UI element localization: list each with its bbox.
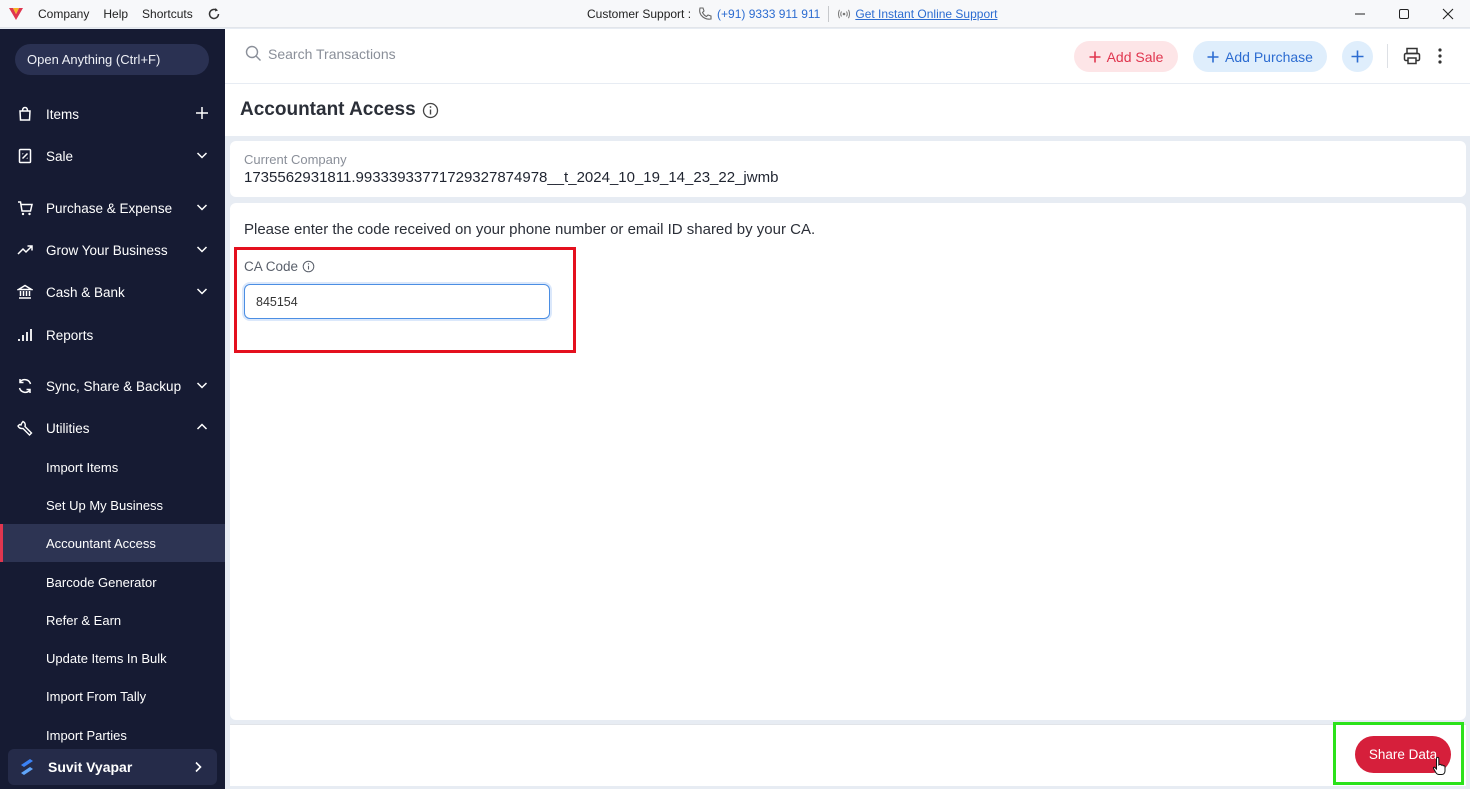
suvit-label: Suvit Vyapar bbox=[48, 759, 133, 775]
sidebar-subitem-update-items-bulk[interactable]: Update Items In Bulk bbox=[0, 639, 225, 677]
printer-icon[interactable] bbox=[1402, 46, 1422, 66]
highlight-box-red bbox=[234, 247, 576, 353]
instant-support-link[interactable]: Get Instant Online Support bbox=[855, 7, 997, 21]
refresh-icon[interactable] bbox=[207, 7, 221, 21]
bank-icon bbox=[16, 283, 34, 301]
page-title: Accountant Access bbox=[240, 99, 416, 120]
minimize-button[interactable] bbox=[1338, 0, 1382, 28]
info-icon[interactable] bbox=[422, 102, 439, 119]
sync-icon bbox=[16, 377, 34, 395]
more-options-icon[interactable] bbox=[1437, 46, 1443, 66]
open-anything-button[interactable]: Open Anything (Ctrl+F) bbox=[15, 44, 209, 75]
chevron-up-icon bbox=[196, 423, 208, 430]
current-company-card: Current Company 1735562931811.9933393377… bbox=[230, 141, 1466, 197]
hand-cursor-icon bbox=[1432, 756, 1446, 775]
broadcast-icon bbox=[838, 9, 851, 19]
chevron-down-icon bbox=[196, 246, 208, 253]
chevron-down-icon bbox=[196, 288, 208, 295]
add-sale-button[interactable]: Add Sale bbox=[1074, 41, 1178, 72]
instruction-text: Please enter the code received on your p… bbox=[244, 221, 816, 238]
cart-icon bbox=[16, 199, 34, 217]
sidebar-item-cash-bank[interactable]: Cash & Bank bbox=[0, 274, 225, 310]
sidebar-item-reports[interactable]: Reports bbox=[0, 317, 225, 353]
sidebar-item-sync-share[interactable]: Sync, Share & Backup bbox=[0, 368, 225, 404]
chevron-down-icon bbox=[196, 152, 208, 159]
chevron-right-icon bbox=[195, 761, 202, 773]
sidebar-subitem-import-tally[interactable]: Import From Tally bbox=[0, 677, 225, 715]
divider bbox=[828, 6, 830, 22]
sidebar-item-items[interactable]: Items bbox=[0, 96, 225, 132]
sidebar: Open Anything (Ctrl+F) Items Sale Purcha… bbox=[0, 29, 225, 789]
search-placeholder: Search Transactions bbox=[268, 45, 396, 62]
current-company-label: Current Company bbox=[244, 152, 347, 167]
chevron-down-icon bbox=[196, 204, 208, 211]
current-company-value: 1735562931811.9933393377172932787497​8__… bbox=[244, 169, 779, 186]
support-phone[interactable]: (+91) 9333 911 911 bbox=[717, 7, 820, 21]
suvit-logo-icon bbox=[21, 759, 33, 775]
add-purchase-label: Add Purchase bbox=[1225, 48, 1313, 65]
sidebar-item-label: Items bbox=[46, 106, 80, 122]
plus-icon bbox=[1207, 51, 1219, 62]
trending-up-icon bbox=[16, 241, 34, 259]
sidebar-item-label: Cash & Bank bbox=[46, 284, 125, 300]
receipt-icon bbox=[16, 147, 34, 165]
sidebar-item-label: Reports bbox=[46, 327, 94, 343]
sidebar-item-grow-business[interactable]: Grow Your Business bbox=[0, 232, 225, 268]
plus-icon[interactable] bbox=[195, 106, 209, 120]
bar-chart-icon bbox=[16, 326, 34, 344]
close-icon bbox=[1442, 8, 1454, 20]
sidebar-item-label: Sale bbox=[46, 148, 74, 164]
top-action-bar: Search Transactions Add Sale Add Purchas… bbox=[225, 29, 1470, 83]
wrench-icon bbox=[16, 419, 34, 437]
sidebar-subitem-import-items[interactable]: Import Items bbox=[0, 448, 225, 486]
sidebar-item-label: Purchase & Expense bbox=[46, 200, 173, 216]
sidebar-subitem-refer-earn[interactable]: Refer & Earn bbox=[0, 601, 225, 639]
plus-icon bbox=[1351, 50, 1364, 63]
sidebar-subitem-barcode-generator[interactable]: Barcode Generator bbox=[0, 563, 225, 601]
vyapar-logo-icon bbox=[9, 7, 23, 20]
window-controls bbox=[1338, 0, 1470, 28]
shopping-bag-icon bbox=[16, 105, 34, 123]
close-button[interactable] bbox=[1426, 0, 1470, 28]
chevron-down-icon bbox=[196, 382, 208, 389]
menu-company[interactable]: Company bbox=[38, 7, 89, 21]
divider bbox=[1387, 44, 1388, 68]
phone-icon bbox=[699, 7, 712, 20]
support-label: Customer Support : bbox=[587, 7, 692, 21]
sidebar-item-label: Utilities bbox=[46, 420, 90, 436]
plus-icon bbox=[1089, 51, 1101, 62]
search-transactions[interactable]: Search Transactions bbox=[245, 45, 396, 62]
sidebar-item-utilities[interactable]: Utilities bbox=[0, 410, 225, 446]
sidebar-subitem-setup-business[interactable]: Set Up My Business bbox=[0, 486, 225, 524]
footer-bar bbox=[230, 724, 1466, 786]
maximize-button[interactable] bbox=[1382, 0, 1426, 28]
sidebar-item-label: Grow Your Business bbox=[46, 242, 168, 258]
sidebar-item-sale[interactable]: Sale bbox=[0, 138, 225, 174]
sidebar-item-label: Sync, Share & Backup bbox=[46, 378, 182, 394]
sidebar-item-purchase[interactable]: Purchase & Expense bbox=[0, 190, 225, 226]
maximize-icon bbox=[1399, 9, 1409, 19]
add-purchase-button[interactable]: Add Purchase bbox=[1193, 41, 1327, 72]
minimize-icon bbox=[1355, 13, 1365, 15]
menu-help[interactable]: Help bbox=[103, 7, 128, 21]
add-sale-label: Add Sale bbox=[1106, 48, 1164, 65]
add-more-button[interactable] bbox=[1342, 41, 1373, 72]
sidebar-subitem-accountant-access[interactable]: Accountant Access bbox=[0, 524, 225, 562]
menu-shortcuts[interactable]: Shortcuts bbox=[142, 7, 193, 21]
suvit-vyapar-button[interactable]: Suvit Vyapar bbox=[8, 749, 217, 785]
customer-support: Customer Support : (+91) 9333 911 911 Ge… bbox=[587, 0, 997, 28]
title-bar: Company Help Shortcuts Customer Support … bbox=[0, 0, 1470, 28]
search-icon bbox=[245, 45, 261, 61]
page-header: Accountant Access bbox=[225, 84, 1470, 136]
